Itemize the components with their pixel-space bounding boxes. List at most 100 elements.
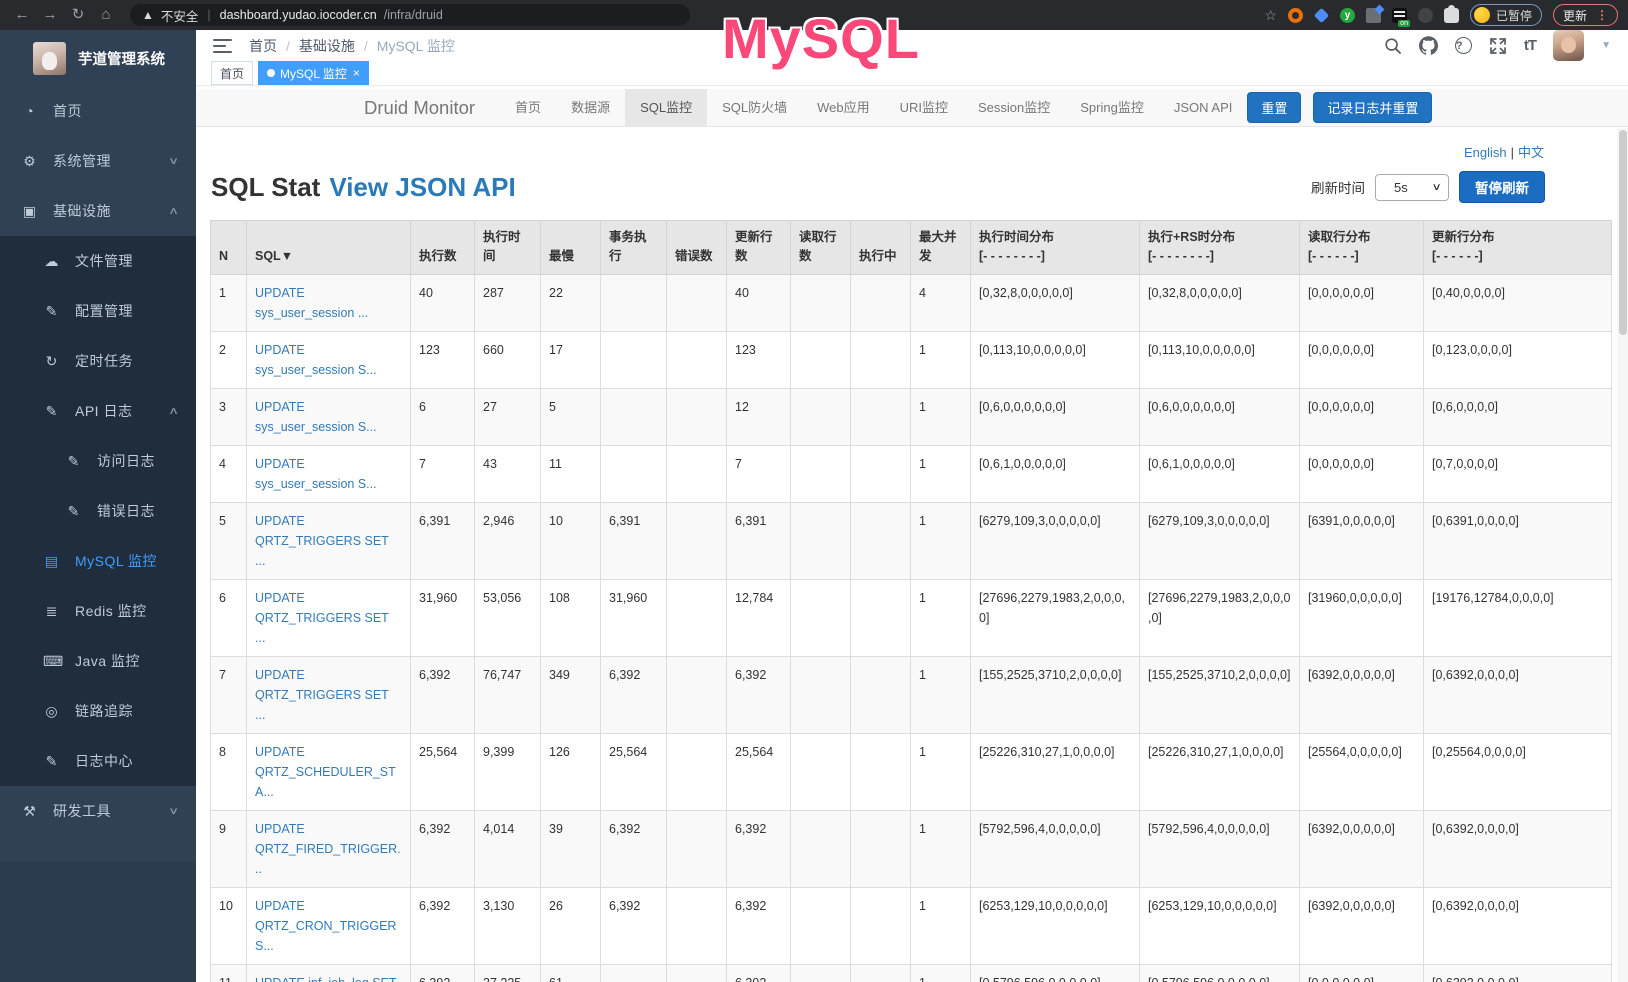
column-header[interactable]: 执行+RS时分布[- - - - - - - -]: [1140, 221, 1300, 275]
reload-button[interactable]: ↻: [66, 0, 90, 30]
breadcrumb-item[interactable]: 基础设施: [299, 36, 355, 56]
avatar[interactable]: [1553, 30, 1584, 61]
chrome-update-button[interactable]: 更新 ⋮: [1553, 4, 1618, 26]
druid-nav-SQL防火墙[interactable]: SQL防火墙: [707, 89, 802, 127]
sql-link[interactable]: UPDATE QRTZ_TRIGGERS SET ...: [255, 591, 389, 645]
column-header[interactable]: 错误数: [667, 221, 727, 275]
sidebar-item-infrastructure[interactable]: ▣基础设施∧: [0, 186, 196, 236]
druid-nav-URI监控[interactable]: URI监控: [885, 89, 963, 127]
breadcrumb-item[interactable]: 首页: [249, 36, 277, 56]
profile-paused-pill[interactable]: 已暂停: [1470, 4, 1542, 26]
column-header[interactable]: 最大并发: [911, 221, 971, 275]
green-y-extension-icon[interactable]: y: [1340, 8, 1355, 23]
sql-link[interactable]: UPDATE inf_job_log SET e...: [255, 976, 396, 982]
sidebar-item-api-logs[interactable]: ✎API 日志∧: [0, 386, 196, 436]
home-button[interactable]: ⌂: [94, 0, 118, 30]
sidebar-item-home[interactable]: ◔首页: [0, 86, 196, 136]
column-header[interactable]: 执行数: [411, 221, 475, 275]
tab-MySQL 监控[interactable]: MySQL 监控×: [258, 61, 369, 85]
druid-nav-SQL监控[interactable]: SQL监控: [625, 89, 707, 127]
forward-button[interactable]: →: [38, 0, 62, 30]
column-header[interactable]: N: [211, 221, 247, 275]
sidebar-item-log-center[interactable]: ✎日志中心: [0, 736, 196, 786]
font-size-icon[interactable]: tT: [1524, 37, 1536, 54]
column-header[interactable]: 读取行数: [791, 221, 851, 275]
column-header[interactable]: 更新行数: [727, 221, 791, 275]
sidebar-item-mysql-monitor[interactable]: ▤MySQL 监控: [0, 536, 196, 586]
search-icon[interactable]: [1384, 37, 1402, 55]
list-on-extension-icon[interactable]: [1392, 8, 1407, 23]
app-logo-row[interactable]: 芋道管理系统: [0, 30, 196, 86]
druid-nav-Session监控[interactable]: Session监控: [963, 89, 1065, 127]
druid-nav-Spring监控[interactable]: Spring监控: [1065, 89, 1159, 127]
sidebar-item-java-monitor[interactable]: ⌨Java 监控: [0, 636, 196, 686]
table-cell: [667, 810, 727, 887]
sql-link[interactable]: UPDATE QRTZ_TRIGGERS SET ...: [255, 514, 389, 568]
sql-link[interactable]: UPDATE QRTZ_CRON_TRIGGERS...: [255, 899, 396, 953]
column-header[interactable]: 最慢: [541, 221, 601, 275]
refresh-interval-select[interactable]: 5s ∨: [1375, 174, 1449, 201]
sidebar-item-tracing[interactable]: ◎链路追踪: [0, 686, 196, 736]
reset-button[interactable]: 重置: [1247, 92, 1301, 123]
column-header-sub: [- - - - - - - -]: [1148, 247, 1291, 266]
druid-nav-首页[interactable]: 首页: [500, 89, 556, 127]
lang-english-link[interactable]: English: [1464, 145, 1507, 160]
druid-nav-Web应用[interactable]: Web应用: [802, 89, 885, 127]
sql-link[interactable]: UPDATE QRTZ_TRIGGERS SET ...: [255, 668, 389, 722]
sql-link[interactable]: UPDATE QRTZ_SCHEDULER_STA...: [255, 745, 396, 799]
sql-link[interactable]: UPDATE sys_user_session ...: [255, 286, 368, 320]
sidebar-item-error-logs[interactable]: ✎错误日志: [0, 486, 196, 536]
sidebar-item-label: Java 监控: [75, 651, 140, 671]
table-cell: [667, 887, 727, 964]
help-icon[interactable]: ?: [1455, 37, 1472, 54]
column-header[interactable]: 事务执行: [601, 221, 667, 275]
column-header[interactable]: 执行时间: [475, 221, 541, 275]
grid-extension-icon[interactable]: [1366, 8, 1381, 23]
druid-nav-数据源[interactable]: 数据源: [556, 89, 625, 127]
table-cell: 5: [211, 502, 247, 579]
table-cell: [0,0,0,0,0,0]: [1300, 331, 1424, 388]
github-icon[interactable]: [1419, 36, 1438, 55]
blue-gem-extension-icon[interactable]: [1314, 7, 1329, 22]
sidebar-item-access-logs[interactable]: ✎访问日志: [0, 436, 196, 486]
scrollbar-track[interactable]: [1617, 128, 1628, 982]
view-json-api-link[interactable]: View JSON API: [329, 172, 515, 203]
druid-nav-JSON API[interactable]: JSON API: [1159, 89, 1248, 127]
cloud-upload-icon: ☁: [43, 253, 60, 270]
column-header[interactable]: 读取行分布[- - - - - -]: [1300, 221, 1424, 275]
pause-refresh-button[interactable]: 暂停刷新: [1459, 171, 1545, 203]
sidebar-item-config-mgmt[interactable]: ✎配置管理: [0, 286, 196, 336]
column-header[interactable]: SQL▼: [247, 221, 411, 275]
column-header[interactable]: 更新行分布[- - - - - -]: [1424, 221, 1612, 275]
sidebar-item-scheduled-jobs[interactable]: ↻定时任务: [0, 336, 196, 386]
security-label[interactable]: 不安全: [161, 6, 199, 25]
chrome-menu-dots-icon[interactable]: ⋮: [1596, 8, 1608, 22]
sql-link[interactable]: UPDATE sys_user_session S...: [255, 457, 377, 491]
log-and-reset-button[interactable]: 记录日志并重置: [1313, 92, 1432, 123]
bookmark-star-icon[interactable]: ☆: [1264, 7, 1277, 24]
sidebar-item-redis-monitor[interactable]: ≣Redis 监控: [0, 586, 196, 636]
scrollbar-thumb[interactable]: [1619, 130, 1627, 335]
address-bar[interactable]: ▲ 不安全 | dashboard.yudao.iocoder.cn/infra…: [130, 4, 690, 26]
druid-brand[interactable]: Druid Monitor: [364, 97, 475, 119]
sidebar-item-dev-tools[interactable]: ⚒研发工具∨: [0, 786, 196, 836]
tab-首页[interactable]: 首页: [211, 61, 253, 85]
lang-chinese-link[interactable]: 中文: [1518, 145, 1544, 160]
sidebar-item-system-mgmt[interactable]: ⚙系统管理∨: [0, 136, 196, 186]
table-row: 11UPDATE inf_job_log SET e...6,39237,225…: [211, 964, 1612, 982]
chevron-down-icon[interactable]: ▼: [1601, 40, 1611, 51]
fullscreen-icon[interactable]: [1489, 37, 1507, 55]
sql-link[interactable]: UPDATE sys_user_session S...: [255, 343, 377, 377]
column-header[interactable]: 执行时间分布[- - - - - - - -]: [971, 221, 1140, 275]
close-icon[interactable]: ×: [353, 67, 360, 79]
ghost-extension-icon[interactable]: [1418, 8, 1433, 23]
extensions-puzzle-icon[interactable]: [1444, 8, 1459, 23]
sidebar-item-file-mgmt[interactable]: ☁文件管理: [0, 236, 196, 286]
back-button[interactable]: ←: [10, 0, 34, 30]
orange-ring-extension-icon[interactable]: [1288, 8, 1303, 23]
sql-link[interactable]: UPDATE QRTZ_FIRED_TRIGGER...: [255, 822, 401, 876]
select-caret-icon: ∨: [1431, 182, 1441, 193]
sidebar-collapse-button[interactable]: [213, 39, 232, 53]
column-header[interactable]: 执行中: [851, 221, 911, 275]
sql-link[interactable]: UPDATE sys_user_session S...: [255, 400, 377, 434]
